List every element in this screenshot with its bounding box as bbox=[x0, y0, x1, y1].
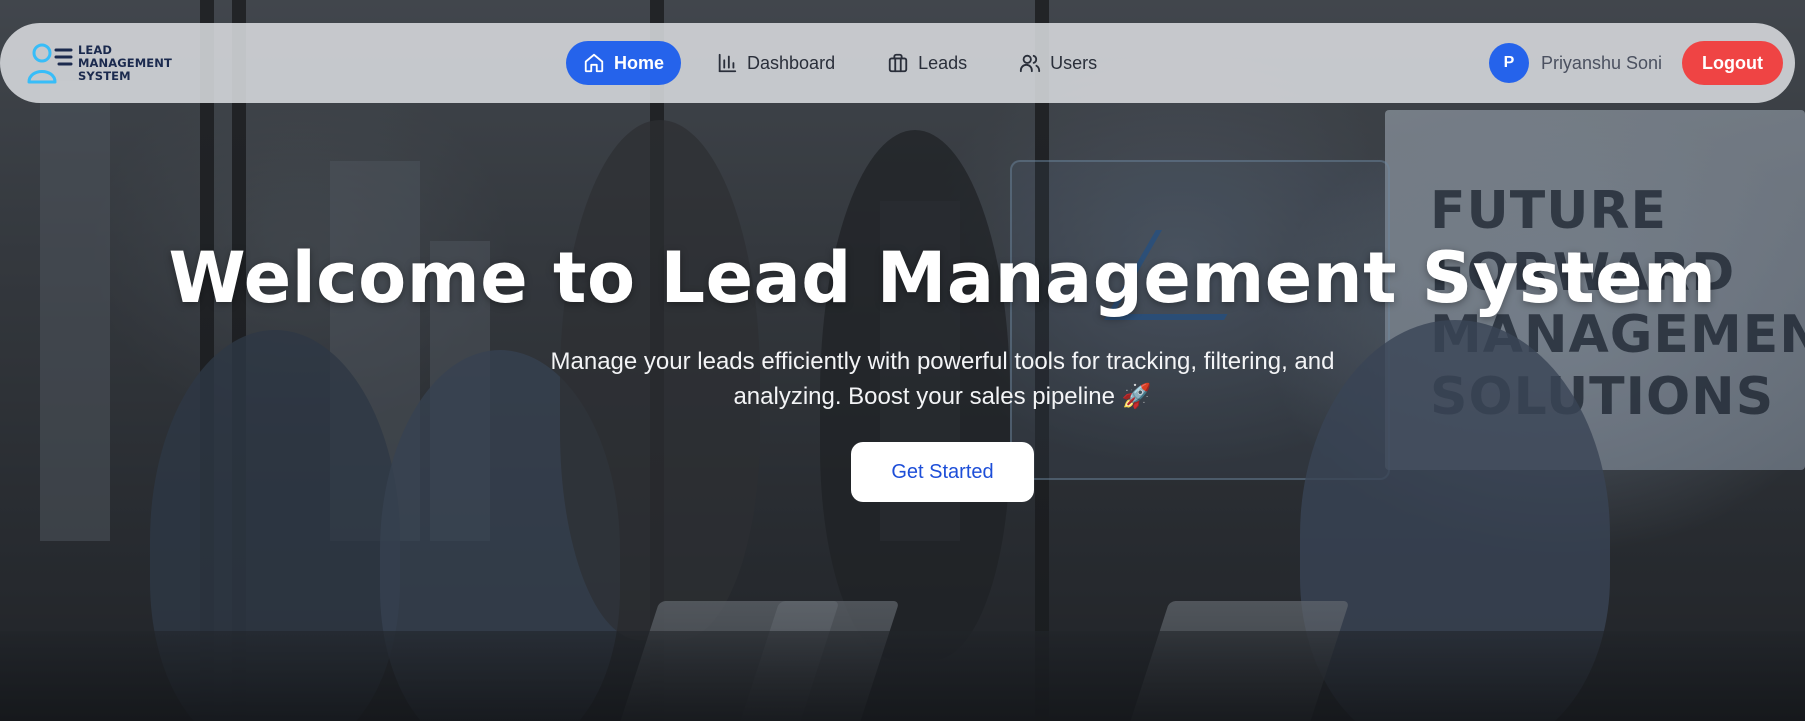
nav-item-users[interactable]: Users bbox=[1002, 41, 1114, 85]
users-icon bbox=[1020, 54, 1041, 73]
nav-item-home[interactable]: Home bbox=[566, 41, 682, 85]
top-navbar: LEAD MANAGEMENT SYSTEM Home Dashboard Le… bbox=[0, 23, 1795, 103]
hero-subtitle: Manage your leads efficiently with power… bbox=[513, 344, 1373, 414]
nav-item-home-label: Home bbox=[614, 52, 665, 73]
brand-line-1: LEAD bbox=[78, 42, 113, 57]
nav-item-dashboard[interactable]: Dashboard bbox=[699, 41, 852, 85]
hero-section: Welcome to Lead Management System Manage… bbox=[0, 230, 1805, 502]
avatar[interactable]: P bbox=[1488, 43, 1529, 83]
nav-item-leads[interactable]: Leads bbox=[870, 41, 984, 85]
get-started-button[interactable]: Get Started bbox=[851, 442, 1034, 502]
nav-item-dashboard-label: Dashboard bbox=[747, 52, 836, 73]
rocket-icon: 🚀 bbox=[1121, 383, 1152, 410]
brand-line-3: SYSTEM bbox=[78, 68, 131, 83]
brand-line-2: MANAGEMENT bbox=[78, 55, 172, 70]
nav-links: Home Dashboard Leads Users bbox=[566, 41, 1114, 85]
user-list-icon bbox=[27, 43, 73, 84]
bar-chart-icon bbox=[718, 53, 737, 73]
brand-logo-link[interactable]: LEAD MANAGEMENT SYSTEM bbox=[26, 40, 546, 86]
hero-title: Welcome to Lead Management System bbox=[168, 237, 1717, 319]
nav-item-leads-label: Leads bbox=[918, 52, 968, 73]
brand-name: LEAD MANAGEMENT SYSTEM bbox=[78, 42, 172, 83]
hero-subtitle-line-1: Manage your leads efficiently with power… bbox=[550, 348, 1335, 375]
nav-item-users-label: Users bbox=[1050, 52, 1098, 73]
home-icon bbox=[584, 53, 604, 73]
user-section: P Priyanshu Soni Logout bbox=[1488, 41, 1783, 85]
logout-button[interactable]: Logout bbox=[1682, 41, 1783, 85]
hero-subtitle-line-2: analyzing. Boost your sales pipeline bbox=[733, 383, 1115, 410]
user-name: Priyanshu Soni bbox=[1540, 52, 1663, 73]
briefcase-icon bbox=[888, 53, 908, 73]
page: FUTURE FORWARD MANAGEMENT SOLUTIONS LEAD… bbox=[0, 0, 1805, 721]
